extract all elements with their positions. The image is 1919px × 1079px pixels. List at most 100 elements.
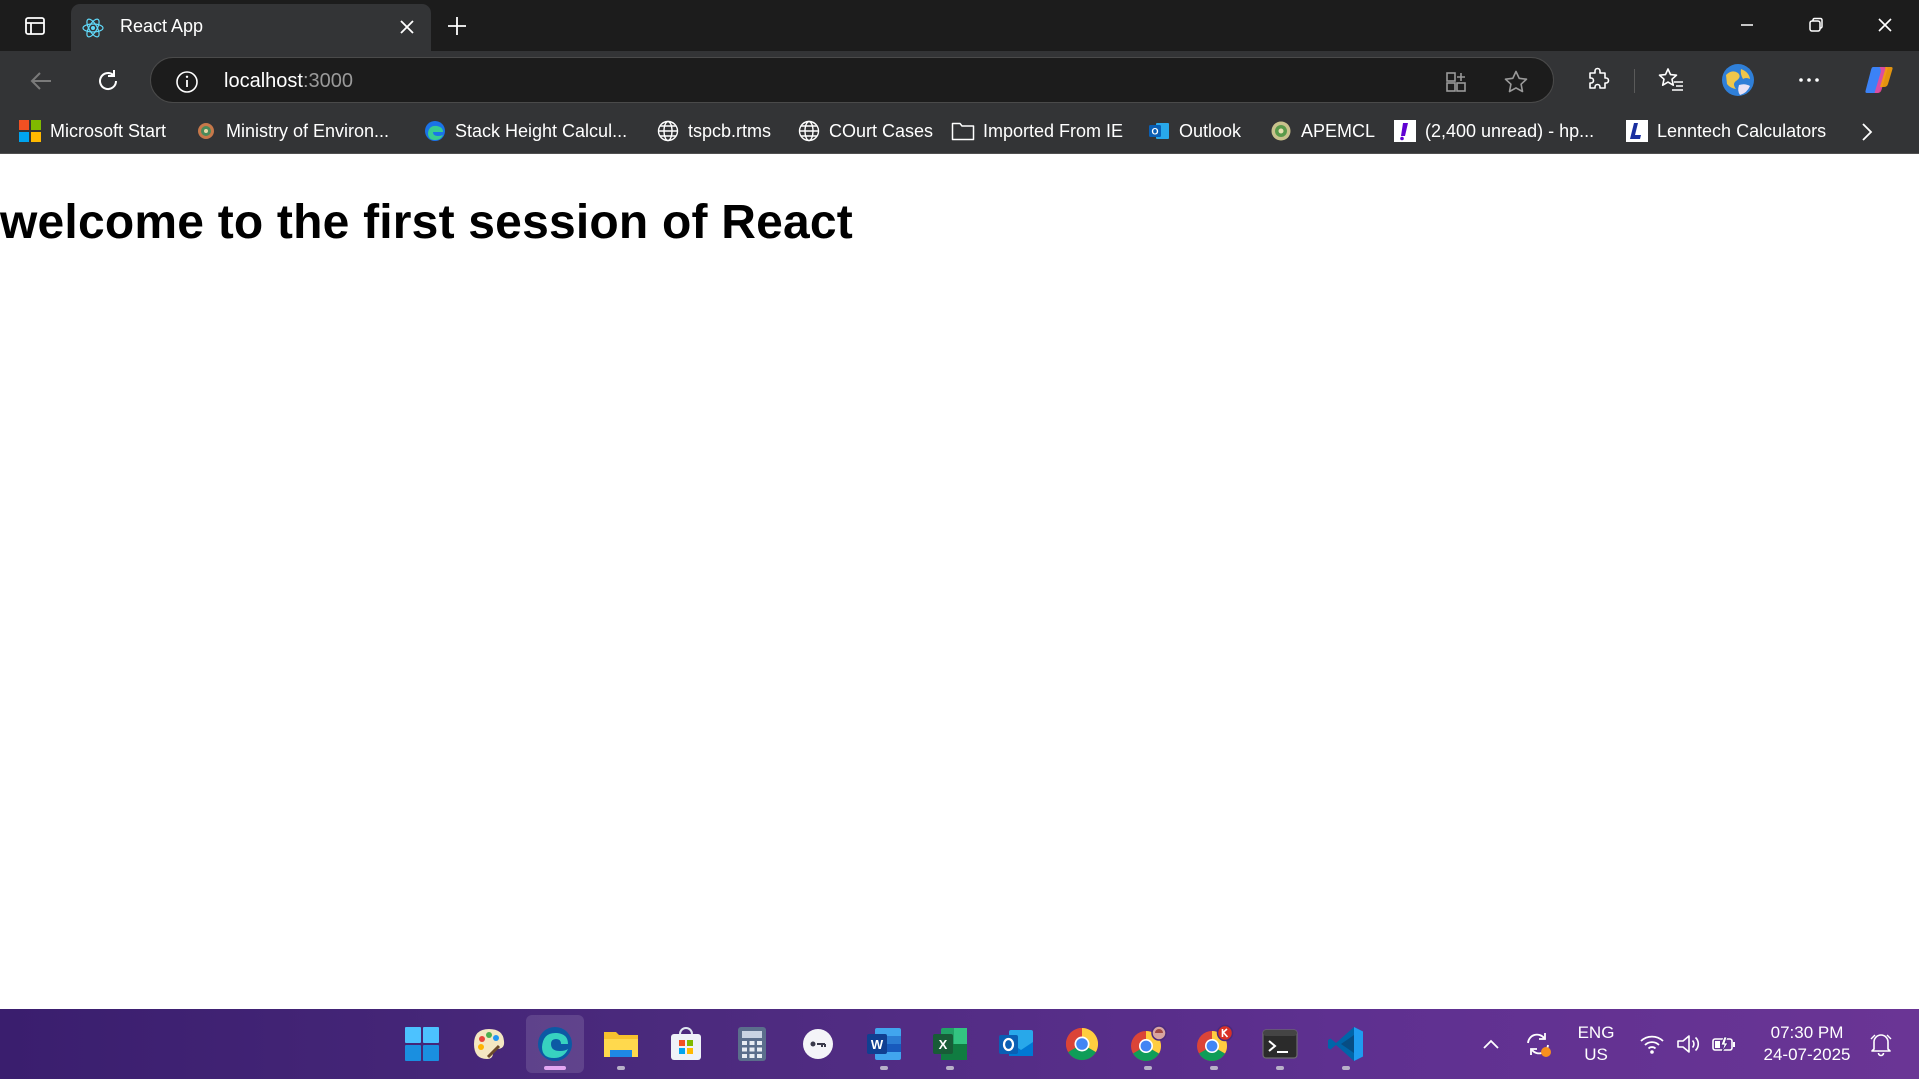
react-icon <box>81 16 105 40</box>
start-icon <box>405 1027 439 1061</box>
network-button[interactable] <box>1638 1031 1666 1057</box>
tab-actions-icon <box>25 17 45 35</box>
running-indicator <box>946 1066 954 1070</box>
favorite-outlook[interactable]: O Outlook <box>1147 116 1241 146</box>
favorite-court-cases[interactable]: COurt Cases <box>797 116 933 146</box>
address-bar[interactable]: localhost:3000 <box>150 57 1554 103</box>
tab-actions-button[interactable] <box>14 12 56 40</box>
taskbar: W X ENG US 07:30 PM 24-07-2025 <box>0 1009 1919 1079</box>
extensions-button[interactable] <box>1581 63 1615 97</box>
favorite-imported-from-ie[interactable]: Imported From IE <box>951 116 1123 146</box>
url-host: localhost <box>224 70 303 92</box>
favorite-yahoo-mail[interactable]: (2,400 unread) - hp... <box>1393 116 1594 146</box>
notifications-button[interactable] <box>1866 1030 1896 1058</box>
chrome-icon <box>1065 1028 1099 1061</box>
restore-icon <box>1809 17 1823 32</box>
edge-icon <box>538 1027 572 1061</box>
chrome-profile-k-icon <box>1197 1024 1234 1062</box>
vscode-icon <box>1328 1027 1363 1061</box>
taskbar-paint[interactable] <box>460 1015 518 1073</box>
favorite-apemcl[interactable]: APEMCL <box>1269 116 1375 146</box>
seal-icon <box>1269 119 1293 143</box>
more-options-button[interactable] <box>1792 63 1826 97</box>
taskbar-file-explorer[interactable] <box>592 1015 650 1073</box>
favorite-lenntech-calculators[interactable]: Lenntech Calculators <box>1625 116 1826 146</box>
favorites-bar: Microsoft Start Ministry of Environ... S… <box>0 108 1919 154</box>
close-icon <box>1878 18 1892 32</box>
favorite-ministry-of-environment[interactable]: Ministry of Environ... <box>194 116 389 146</box>
minimize-button[interactable] <box>1724 10 1770 40</box>
taskbar-terminal[interactable] <box>1251 1015 1309 1073</box>
copilot-button[interactable] <box>1862 63 1896 97</box>
profile-button[interactable] <box>1721 63 1755 97</box>
taskbar-start-button[interactable] <box>393 1015 451 1073</box>
refresh-button[interactable] <box>90 63 126 99</box>
clock-time: 07:30 PM <box>1770 1023 1844 1042</box>
taskbar-excel[interactable]: X <box>921 1015 979 1073</box>
restore-button[interactable] <box>1793 10 1839 40</box>
paint-icon <box>474 1029 505 1059</box>
puzzle-icon <box>1589 67 1610 89</box>
favorite-microsoft-start[interactable]: Microsoft Start <box>18 116 166 146</box>
app-available-icon[interactable] <box>1443 69 1469 95</box>
svg-text:X: X <box>939 1037 948 1052</box>
back-button[interactable] <box>24 63 60 99</box>
taskbar-calculator[interactable] <box>723 1015 781 1073</box>
wifi-icon <box>1640 1035 1664 1054</box>
outlook-icon <box>999 1030 1033 1056</box>
language-indicator[interactable]: ENG US <box>1570 1022 1622 1066</box>
edge-icon <box>423 119 447 143</box>
minimize-icon <box>1741 24 1753 26</box>
tab-title: React App <box>120 16 204 36</box>
favorite-stack-height-calculator[interactable]: Stack Height Calcul... <box>423 116 627 146</box>
active-indicator <box>544 1066 566 1070</box>
microsoft-logo-icon <box>18 119 42 143</box>
favorites-list-icon <box>1658 68 1683 91</box>
taskbar-outlook[interactable] <box>987 1015 1045 1073</box>
info-icon[interactable] <box>175 70 199 94</box>
page-heading: welcome to the first session of React <box>0 196 853 249</box>
favorites-overflow-button[interactable] <box>1854 119 1880 145</box>
taskbar-microsoft-store[interactable] <box>657 1015 715 1073</box>
favorite-star-icon[interactable] <box>1503 69 1529 95</box>
folder-icon <box>951 119 975 143</box>
close-window-button[interactable] <box>1862 10 1908 40</box>
taskbar-chrome-profile-k[interactable] <box>1185 1015 1243 1073</box>
connect-icon <box>803 1029 833 1059</box>
tab-close-button[interactable] <box>395 15 419 39</box>
favorite-tspcb-rtms[interactable]: tspcb.rtms <box>656 116 771 146</box>
file-explorer-icon <box>604 1032 638 1057</box>
tab-strip: React App <box>0 0 1919 51</box>
notification-bell-icon <box>1870 1034 1892 1057</box>
chevron-right-icon <box>1862 123 1873 141</box>
new-tab-button[interactable] <box>442 11 472 41</box>
emblem-icon <box>194 119 218 143</box>
running-indicator <box>1144 1066 1152 1070</box>
show-hidden-icons-button[interactable] <box>1478 1031 1504 1057</box>
sync-status-button[interactable] <box>1522 1029 1554 1059</box>
toolbar-separator <box>1634 69 1635 93</box>
running-indicator <box>1276 1066 1284 1070</box>
battery-button[interactable] <box>1710 1031 1738 1057</box>
sync-icon <box>1527 1033 1551 1057</box>
svg-text:O: O <box>1151 127 1158 137</box>
plus-icon <box>448 17 466 35</box>
taskbar-connect-app[interactable] <box>789 1015 847 1073</box>
volume-button[interactable] <box>1674 1031 1702 1057</box>
calculator-icon <box>738 1027 766 1061</box>
taskbar-edge[interactable] <box>526 1015 584 1073</box>
tab-react-app[interactable]: React App <box>71 4 431 51</box>
url-text[interactable]: localhost:3000 <box>224 70 353 93</box>
clock-date: 24-07-2025 <box>1763 1045 1851 1064</box>
more-horizontal-icon <box>1799 78 1819 82</box>
taskbar-vscode[interactable] <box>1317 1015 1375 1073</box>
taskbar-chrome-profile[interactable] <box>1119 1015 1177 1073</box>
battery-charging-icon <box>1712 1036 1735 1053</box>
favorites-button[interactable] <box>1654 63 1688 97</box>
clock[interactable]: 07:30 PM 24-07-2025 <box>1756 1022 1858 1066</box>
taskbar-chrome[interactable] <box>1053 1015 1111 1073</box>
page-viewport: welcome to the first session of React <box>0 155 1919 1009</box>
keyboard-region: US <box>1584 1045 1608 1064</box>
arrow-left-icon <box>30 72 51 90</box>
taskbar-word[interactable]: W <box>855 1015 913 1073</box>
